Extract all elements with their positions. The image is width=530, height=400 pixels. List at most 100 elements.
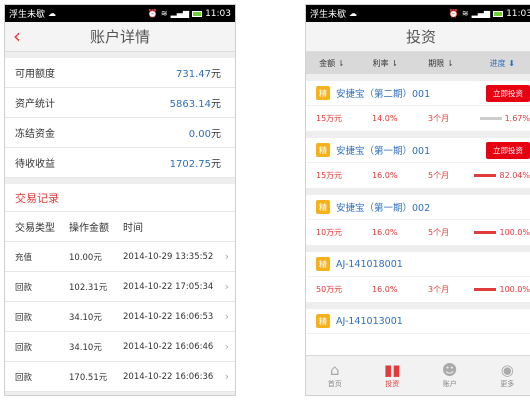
product-card[interactable]: 精 AJ-141013001 bbox=[306, 309, 530, 359]
signal-icon: ▂▄▆ bbox=[471, 8, 491, 18]
progress-indicator: 1.67% bbox=[479, 114, 530, 123]
product-amount: 15万元 bbox=[316, 114, 343, 123]
record-type: 充值 bbox=[15, 252, 33, 263]
tab-label: 账户 bbox=[442, 380, 457, 388]
product-name: 安捷宝（第一期）001 bbox=[336, 146, 431, 157]
product-amount: 10万元 bbox=[316, 228, 343, 237]
invest-now-button[interactable]: 立即投资 bbox=[486, 85, 530, 102]
sort-amount[interactable]: 金额 ⇂ bbox=[306, 58, 358, 69]
status-bar: 浮生未歇 ☁ ⏰ ≋ ▂▄▆ 11:03 bbox=[306, 5, 530, 22]
record-row[interactable]: 充值 10.00元 2014-10-29 13:35:52 › bbox=[5, 242, 235, 272]
product-rate: 14.0% bbox=[372, 114, 398, 123]
record-row[interactable]: 回款 170.51元 2014-10-22 16:06:36 › bbox=[5, 362, 235, 392]
product-rate: 16.0% bbox=[372, 171, 398, 180]
record-row[interactable]: 回款 34.10元 2014-10-22 16:06:46 › bbox=[5, 332, 235, 362]
carrier-label: 浮生未歇 bbox=[9, 10, 46, 20]
product-details: 50万元 16.0% 3个月 100.0% bbox=[306, 277, 530, 302]
product-details: 15万元 16.0% 5个月 82.04% bbox=[306, 163, 530, 188]
summary-value: 5863.14 bbox=[169, 99, 211, 110]
progress-bar bbox=[474, 231, 497, 234]
record-amount: 170.51元 bbox=[69, 372, 108, 383]
summary-value: 1702.75 bbox=[169, 159, 211, 170]
product-header: 精 安捷宝（第二期）001 立即投资 bbox=[306, 81, 530, 106]
tab-label: 更多 bbox=[500, 380, 515, 388]
progress-value: 82.04% bbox=[499, 171, 530, 180]
summary-row: 待收收益 1702.75元 bbox=[5, 148, 235, 178]
summary-unit: 元 bbox=[211, 159, 221, 170]
chart-icon: ▮▮ bbox=[383, 361, 401, 379]
summary-row: 冻结资金 0.00元 bbox=[5, 118, 235, 148]
product-list: 精 安捷宝（第二期）001 立即投资 15万元 14.0% 3个月 1.67% … bbox=[306, 81, 530, 359]
product-term: 3个月 bbox=[428, 285, 450, 294]
summary-row: 可用额度 731.47元 bbox=[5, 58, 235, 88]
wifi-icon: ≋ bbox=[160, 8, 168, 18]
progress-indicator: 82.04% bbox=[474, 171, 530, 180]
progress-bar bbox=[474, 288, 497, 291]
tab-invest[interactable]: ▮▮ 投资 bbox=[364, 362, 422, 389]
record-type: 回款 bbox=[15, 342, 33, 353]
record-time: 2014-10-22 16:06:46 bbox=[123, 341, 214, 352]
record-row[interactable]: 回款 34.10元 2014-10-22 16:06:53 › bbox=[5, 302, 235, 332]
product-rate: 16.0% bbox=[372, 228, 398, 237]
tab-label: 投资 bbox=[385, 380, 400, 388]
cloud-icon: ☁ bbox=[349, 8, 358, 18]
summary-section: 可用额度 731.47元 资产统计 5863.14元 冻结资金 0.00元 待收… bbox=[5, 58, 235, 178]
tab-home[interactable]: ⌂ 首页 bbox=[306, 362, 364, 389]
column-header: 交易类型 bbox=[15, 223, 55, 234]
status-bar: 浮生未歇 ☁ ⏰ ≋ ▂▄▆ 11:03 bbox=[5, 5, 235, 22]
progress-indicator: 100.0% bbox=[474, 285, 530, 294]
product-name: 安捷宝（第二期）001 bbox=[336, 89, 431, 100]
product-card[interactable]: 精 安捷宝（第一期）001 立即投资 15万元 16.0% 5个月 82.04% bbox=[306, 138, 530, 188]
product-card[interactable]: 精 安捷宝（第二期）001 立即投资 15万元 14.0% 3个月 1.67% bbox=[306, 81, 530, 131]
product-name: AJ-141013001 bbox=[336, 315, 403, 327]
product-term: 5个月 bbox=[428, 228, 450, 237]
progress-value: 1.67% bbox=[504, 114, 530, 123]
alarm-icon: ⏰ bbox=[147, 8, 158, 18]
summary-unit: 元 bbox=[211, 69, 221, 80]
product-card[interactable]: 精 AJ-141018001 50万元 16.0% 3个月 100.0% bbox=[306, 252, 530, 302]
column-header: 操作金额 bbox=[69, 223, 109, 234]
summary-value: 731.47 bbox=[176, 69, 211, 80]
featured-badge: 精 bbox=[316, 314, 330, 328]
tab-label: 首页 bbox=[327, 380, 342, 388]
featured-badge: 精 bbox=[316, 257, 330, 271]
invest-screen: 浮生未歇 ☁ ⏰ ≋ ▂▄▆ 11:03 投资 金额 ⇂ 利率 ⇂ 期限 ⇂ 进… bbox=[305, 4, 530, 396]
record-row[interactable]: 回款 102.31元 2014-10-22 17:05:34 › bbox=[5, 272, 235, 302]
cloud-icon: ☁ bbox=[48, 8, 57, 18]
featured-badge: 精 bbox=[316, 86, 330, 100]
invest-now-button[interactable]: 立即投资 bbox=[486, 142, 530, 159]
featured-badge: 精 bbox=[316, 200, 330, 214]
record-type: 回款 bbox=[15, 372, 33, 383]
record-amount: 10.00元 bbox=[69, 252, 102, 263]
eye-icon: ◉ bbox=[500, 361, 514, 379]
record-type: 回款 bbox=[15, 282, 33, 293]
chevron-right-icon: › bbox=[224, 280, 229, 293]
sort-term[interactable]: 期限 ⇂ bbox=[413, 58, 469, 69]
product-details: 10万元 16.0% 5个月 100.0% bbox=[306, 220, 530, 245]
clock-time: 11:03 bbox=[205, 8, 231, 19]
chevron-right-icon: › bbox=[224, 310, 229, 323]
record-type: 回款 bbox=[15, 312, 33, 323]
tab-account[interactable]: ☻ 账户 bbox=[421, 362, 479, 389]
sort-rate[interactable]: 利率 ⇂ bbox=[358, 58, 414, 69]
record-time: 2014-10-29 13:35:52 bbox=[123, 251, 214, 262]
back-arrow-icon[interactable]: ‹ bbox=[13, 26, 21, 46]
product-term: 5个月 bbox=[428, 171, 450, 180]
wifi-icon: ≋ bbox=[461, 8, 469, 18]
sort-progress[interactable]: 进度 ⬇ bbox=[469, 58, 530, 69]
product-name: AJ-141018001 bbox=[336, 258, 403, 270]
record-amount: 34.10元 bbox=[69, 342, 102, 353]
progress-bar bbox=[479, 117, 502, 120]
summary-label: 冻结资金 bbox=[15, 129, 55, 140]
summary-unit: 元 bbox=[211, 129, 221, 140]
sort-bar: 金额 ⇂ 利率 ⇂ 期限 ⇂ 进度 ⬇ bbox=[306, 52, 530, 74]
product-name: 安捷宝（第一期）002 bbox=[336, 203, 431, 214]
product-details: 15万元 14.0% 3个月 1.67% bbox=[306, 106, 530, 131]
product-header: 精 AJ-141013001 bbox=[306, 309, 530, 334]
tab-more[interactable]: ◉ 更多 bbox=[479, 362, 530, 389]
battery-icon bbox=[493, 10, 504, 17]
product-card[interactable]: 精 安捷宝（第一期）002 10万元 16.0% 5个月 100.0% bbox=[306, 195, 530, 245]
summary-label: 待收收益 bbox=[15, 159, 55, 170]
progress-bar bbox=[474, 174, 497, 177]
summary-row: 资产统计 5863.14元 bbox=[5, 88, 235, 118]
